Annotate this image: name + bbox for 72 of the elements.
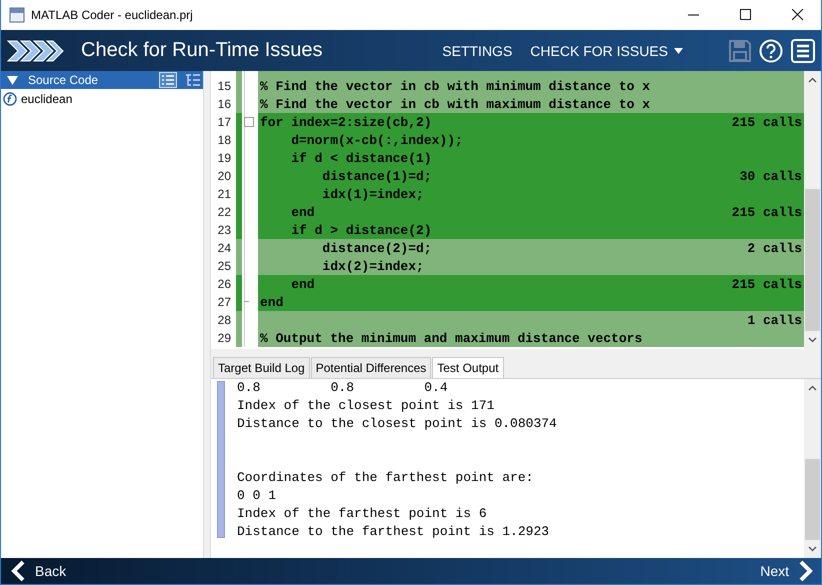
output-line: Distance to the farthest point is 1.2923 [237,525,550,541]
menu-icon[interactable] [791,38,815,62]
scroll-down-icon[interactable] [808,546,817,552]
code-line: % Find the vector in cb with minimum distance to x [260,78,650,94]
collapse-icon[interactable] [244,117,254,127]
code-line: distance(1)=d; [321,168,432,184]
line-number: 27 [216,294,232,311]
tab[interactable]: Potential Differences [310,357,432,378]
chevrons-logo-icon [7,40,65,62]
output-line: Distance to the closest point is 0.080374 [237,417,557,433]
output-line: Index of the farthest point is 6 [237,507,488,523]
menu-item[interactable]: SETTINGS [434,38,520,62]
call-count: 215 calls [732,204,802,220]
scrollbar[interactable] [804,71,821,349]
scroll-up-icon[interactable] [808,385,817,391]
code-line: end [290,276,315,292]
call-count: 1 calls [747,312,802,328]
panel-title: Source Code [28,73,98,87]
chevron-left-icon [11,560,25,582]
call-count: 2 calls [747,240,802,256]
caret-icon[interactable] [7,76,18,84]
chevron-right-icon [799,560,813,582]
code-line: distance(2)=d; [321,240,432,256]
output-line: 0.8 0.8 0.4 [237,381,449,397]
list-view-icon[interactable] [159,72,177,88]
line-number: 24 [216,240,232,257]
code-line: end [290,204,315,220]
line-number: 15 [216,78,232,95]
code-line: for index=2:size(cb,2) [260,114,432,130]
output-line: Coordinates of the farthest point are: [237,471,534,487]
line-number: 25 [216,258,232,275]
window-title: MATLAB Coder - euclidean.prj [31,8,193,22]
scroll-up-icon[interactable] [808,77,817,83]
line-number: 22 [216,204,232,221]
call-count: 215 calls [732,114,802,130]
line-number: 23 [216,222,232,239]
code-line: end [260,294,284,310]
code-line: if d > distance(2) [290,222,432,238]
line-number: 26 [216,276,232,293]
tree-view-icon[interactable] [185,73,201,87]
line-number: 16 [216,96,232,113]
next-button[interactable]: Next [756,558,817,584]
file-item[interactable]: euclidean [1,89,203,109]
code-line: if d < distance(1) [290,150,432,166]
line-number: 17 [216,114,232,131]
app-icon [9,7,25,23]
output-line: 0 0 1 [237,489,278,505]
page-title: Check for Run-Time Issues [81,39,323,62]
code-line: idx(2)=index; [321,258,424,274]
back-button[interactable]: Back [7,558,70,584]
close-icon[interactable] [792,9,804,21]
line-number: 28 [216,312,232,329]
dropdown-menu[interactable]: CHECK FOR ISSUES [522,38,691,62]
line-number: 19 [216,150,232,167]
code-line: % Find the vector in cb with maximum distance to x [260,96,650,112]
caret-icon [674,48,683,54]
code-line: d=norm(x-cb(:,index)); [290,132,463,148]
tab[interactable]: Target Build Log [213,357,310,378]
scrollbar[interactable] [804,379,821,558]
line-number: 20 [216,168,232,185]
call-count: 215 calls [732,276,802,292]
code-line: idx(1)=index; [321,186,424,202]
help-icon[interactable] [759,38,783,62]
code-line: % Output the minimum and maximum distance vectors [260,330,642,346]
maximize-icon[interactable] [740,9,752,21]
call-count: 30 calls [740,168,802,184]
scroll-down-icon[interactable] [808,337,817,343]
line-number: 21 [216,186,232,203]
line-number: 29 [216,330,232,347]
line-number: 18 [216,132,232,149]
output-line: Index of the closest point is 171 [237,399,496,415]
tab[interactable]: Test Output [432,357,504,378]
